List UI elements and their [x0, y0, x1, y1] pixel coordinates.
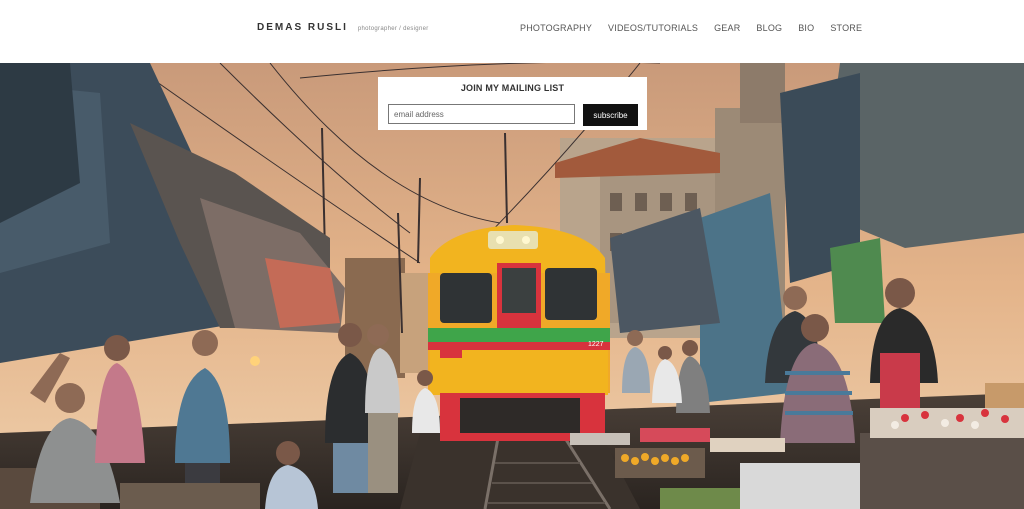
nav-photography[interactable]: PHOTOGRAPHY: [520, 23, 592, 33]
site-header: DEMAS RUSLI photographer / designer PHOT…: [0, 0, 1024, 63]
brand-name[interactable]: DEMAS RUSLI: [257, 22, 348, 33]
brand-tagline: photographer / designer: [357, 26, 429, 32]
main-nav: PHOTOGRAPHY VIDEOS/TUTORIALS GEAR BLOG B…: [520, 23, 862, 33]
subscribe-button[interactable]: subscribe: [583, 104, 638, 126]
nav-blog[interactable]: BLOG: [756, 23, 782, 33]
nav-gear[interactable]: GEAR: [714, 23, 740, 33]
nav-videos-tutorials[interactable]: VIDEOS/TUTORIALS: [608, 23, 698, 33]
email-input[interactable]: [388, 104, 575, 124]
nav-bio[interactable]: BIO: [798, 23, 814, 33]
brand[interactable]: DEMAS RUSLI photographer / designer: [257, 22, 429, 33]
train: 1227: [428, 225, 610, 441]
mailing-list-box: JOIN MY MAILING LIST subscribe: [378, 77, 647, 130]
train-number: 1227: [588, 341, 604, 348]
mailing-list-title: JOIN MY MAILING LIST: [460, 83, 565, 93]
nav-store[interactable]: STORE: [830, 23, 862, 33]
